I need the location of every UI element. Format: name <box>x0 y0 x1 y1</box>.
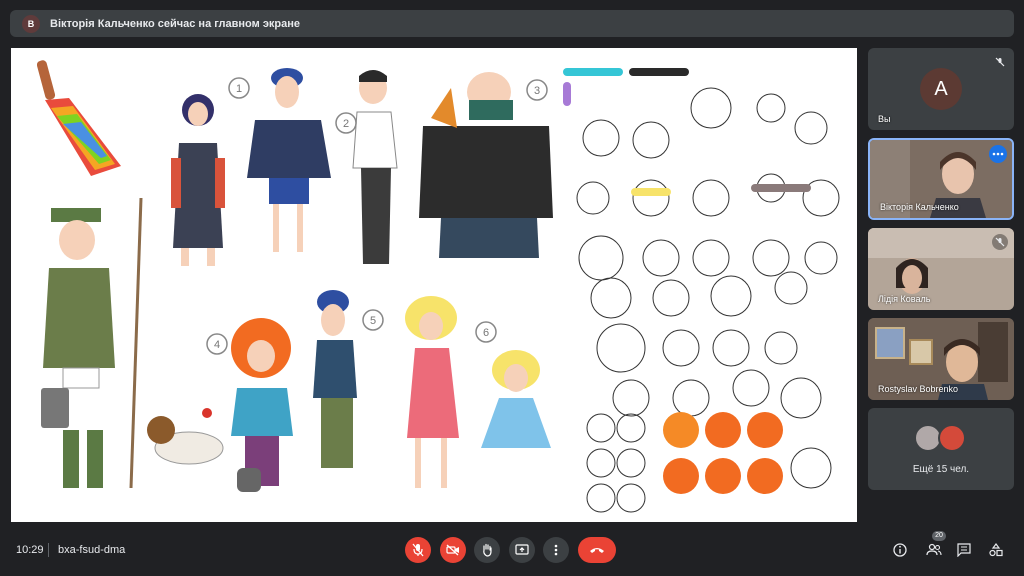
mic-off-icon <box>992 234 1008 250</box>
camera-toggle-button[interactable] <box>440 537 466 563</box>
self-name: Вы <box>878 114 891 124</box>
more-vert-icon <box>554 544 558 556</box>
character-2-man <box>352 70 398 264</box>
participant-name-rostyslav: Rostyslav Bobrenko <box>878 384 959 394</box>
more-participants-tile[interactable]: Ещё 15 чел. <box>868 408 1014 490</box>
character-6-woman <box>405 296 459 488</box>
character-1-boy <box>247 68 331 252</box>
sketch-sheet <box>576 87 840 513</box>
hang-up-icon <box>590 548 604 553</box>
divider <box>48 543 49 557</box>
character-5-boy <box>313 290 357 468</box>
number-label-5: 5 <box>370 315 376 327</box>
clock: 10:29 <box>16 544 44 556</box>
presenter-avatar: В <box>22 14 40 33</box>
mic-off-icon <box>992 54 1008 70</box>
participant-name-viktoria: Вікторія Кальченко <box>880 202 959 212</box>
participant-avatar <box>938 424 966 452</box>
participant-tile-rostyslav[interactable]: Rostyslav Bobrenko <box>868 318 1014 400</box>
chat-button[interactable] <box>954 540 974 560</box>
character-4-redhead <box>231 318 293 492</box>
participants-button[interactable] <box>924 540 944 560</box>
more-participants-label: Ещё 15 чел. <box>912 464 970 475</box>
meeting-details-button[interactable] <box>890 540 910 560</box>
participant-tile-lidiya[interactable]: Лідія Коваль <box>868 228 1014 310</box>
hand-icon <box>483 543 492 557</box>
chat-icon <box>957 543 971 557</box>
mic-off-icon <box>412 543 424 557</box>
activities-button[interactable] <box>986 540 1006 560</box>
presenting-banner: В Вікторія Кальченко сейчас на главном э… <box>10 10 1014 37</box>
shared-screen-illustration: 1 2 3 4 5 6 <box>36 60 840 513</box>
participants-count-badge: 20 <box>932 531 946 541</box>
bottom-toolbar: 10:29 bxa-fsud-dma 20 <box>0 528 1024 576</box>
number-label-1: 1 <box>236 83 242 95</box>
camera-off-icon <box>446 544 459 556</box>
number-label-3: 3 <box>534 85 540 97</box>
self-avatar: A <box>920 68 962 110</box>
more-options-button[interactable] <box>543 537 569 563</box>
more-options-icon[interactable] <box>989 145 1007 163</box>
activities-icon <box>989 543 1003 557</box>
number-label-6: 6 <box>483 327 489 339</box>
participant-tile-viktoria[interactable]: Вікторія Кальченко <box>868 138 1014 220</box>
info-icon <box>893 543 907 557</box>
people-icon <box>926 543 942 556</box>
number-label-4: 4 <box>214 339 220 351</box>
participant-name-lidiya: Лідія Коваль <box>878 294 931 304</box>
present-screen-button[interactable] <box>509 537 535 563</box>
character-6-girl <box>481 350 551 448</box>
number-label-2: 2 <box>343 118 349 130</box>
presenting-banner-text: Вікторія Кальченко сейчас на главном экр… <box>50 17 301 30</box>
meeting-code: bxa-fsud-dma <box>58 544 126 556</box>
shared-screen: 1 2 3 4 5 6 <box>11 48 857 522</box>
mic-toggle-button[interactable] <box>405 537 431 563</box>
dog-drawing <box>147 408 224 465</box>
raise-hand-button[interactable] <box>474 537 500 563</box>
participant-tile-self[interactable]: A Вы <box>868 48 1014 130</box>
orange-heads <box>663 412 783 494</box>
old-man-drawing <box>41 197 143 489</box>
leave-call-button[interactable] <box>578 537 616 563</box>
color-swatches <box>563 68 811 196</box>
paintbrush-drawing <box>36 60 121 176</box>
character-1-girl <box>171 94 225 266</box>
present-icon <box>515 544 529 555</box>
